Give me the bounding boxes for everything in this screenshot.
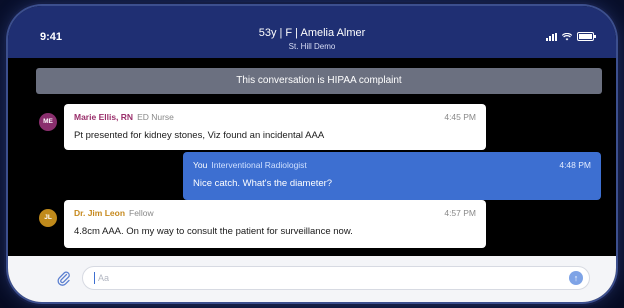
message-timestamp: 4:57 PM: [444, 208, 476, 218]
text-caret: [94, 272, 95, 284]
message-composer: Aa ↑: [8, 256, 616, 302]
header-bar: 9:41 53y | F | Amelia Almer St. Hill Dem…: [8, 6, 616, 58]
avatar[interactable]: ME: [39, 113, 57, 131]
sender-name: You: [193, 160, 208, 170]
message-timestamp: 4:48 PM: [559, 160, 591, 170]
paperclip-icon[interactable]: [56, 270, 72, 286]
message-meta: Dr. Jim Leon Fellow: [74, 208, 154, 218]
wifi-icon: [562, 33, 572, 41]
status-icons: [546, 32, 596, 41]
hipaa-banner: This conversation is HIPAA complaint: [36, 68, 602, 94]
sender-name: Dr. Jim Leon: [74, 208, 126, 218]
message-bubble-incoming: Marie Ellis, RN ED Nurse 4:45 PM Pt prese…: [64, 104, 486, 150]
conversation-title[interactable]: 53y | F | Amelia Almer: [8, 27, 616, 39]
message-text: Nice catch. What's the diameter?: [193, 178, 333, 189]
sender-role: Fellow: [129, 208, 154, 218]
message-text: 4.8cm AAA. On my way to consult the pati…: [74, 226, 353, 237]
message-meta: Marie Ellis, RN ED Nurse: [74, 112, 174, 122]
message-timestamp: 4:45 PM: [444, 112, 476, 122]
conversation-subtitle: St. Hill Demo: [288, 42, 336, 51]
phone-frame: 9:41 53y | F | Amelia Almer St. Hill Dem…: [8, 6, 616, 302]
message-bubble-outgoing: You Interventional Radiologist 4:48 PM Ni…: [183, 152, 601, 200]
sender-role: Interventional Radiologist: [211, 160, 307, 170]
message-text: Pt presented for kidney stones, Viz foun…: [74, 130, 325, 141]
input-placeholder: Aa: [98, 273, 110, 283]
battery-icon: [577, 32, 596, 41]
send-icon[interactable]: ↑: [569, 271, 583, 285]
sender-name: Marie Ellis, RN: [74, 112, 134, 122]
sender-role: ED Nurse: [137, 112, 174, 122]
message-bubble-incoming: Dr. Jim Leon Fellow 4:57 PM 4.8cm AAA. On…: [64, 200, 486, 248]
signal-icon: [546, 33, 557, 41]
message-meta: You Interventional Radiologist: [193, 160, 307, 170]
message-input[interactable]: Aa ↑: [82, 266, 590, 290]
avatar[interactable]: JL: [39, 209, 57, 227]
